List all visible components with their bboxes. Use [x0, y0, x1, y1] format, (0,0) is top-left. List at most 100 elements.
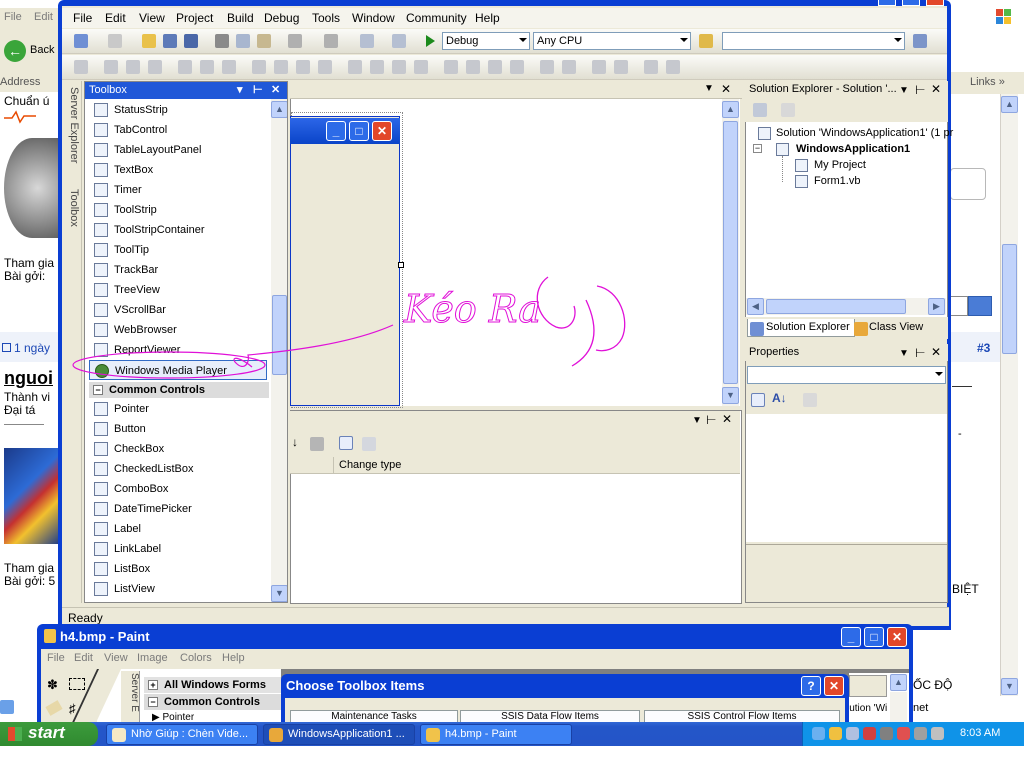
dropdown-icon[interactable]: ▼: [899, 348, 909, 359]
form1-design[interactable]: [290, 116, 400, 406]
tree-project[interactable]: WindowsApplication1: [796, 143, 910, 155]
resize-handle[interactable]: [398, 262, 404, 268]
close-icon[interactable]: ✕: [931, 345, 941, 359]
toolbox-item[interactable]: WebBrowser: [89, 320, 267, 340]
solution-config-select[interactable]: Debug: [442, 32, 530, 50]
free-select-icon[interactable]: ✽: [47, 677, 58, 693]
align-left-icon[interactable]: [104, 60, 118, 74]
bring-to-front-icon[interactable]: [592, 60, 606, 74]
toolbox-category-common[interactable]: − Common Controls: [89, 382, 269, 398]
paint-menu-view[interactable]: View: [104, 652, 128, 664]
undo-icon[interactable]: [288, 34, 302, 48]
increase-hspacing-icon[interactable]: [370, 60, 384, 74]
property-pages-icon[interactable]: [803, 393, 817, 407]
remove-hspacing-icon[interactable]: [414, 60, 428, 74]
tree-my-project[interactable]: My Project: [814, 159, 866, 171]
tab-server-explorer[interactable]: Server Explorer: [64, 87, 80, 185]
toolbox-item[interactable]: ToolStrip: [89, 200, 267, 220]
redo-icon[interactable]: [324, 34, 338, 48]
menu-community[interactable]: Community: [406, 11, 467, 25]
browser-scrollbar[interactable]: ▲ ▼: [1000, 94, 1018, 696]
menu-debug[interactable]: Debug: [264, 11, 299, 25]
size-grid-icon[interactable]: [274, 60, 288, 74]
clipboard-icon[interactable]: [310, 437, 324, 451]
pin-icon[interactable]: ⊢: [253, 83, 263, 96]
menu-tools[interactable]: Tools: [312, 11, 340, 25]
paint-menu-edit[interactable]: Edit: [74, 652, 93, 664]
scroll-down-icon[interactable]: ▼: [1001, 678, 1018, 695]
send-to-back-icon[interactable]: [614, 60, 628, 74]
toolbox-item[interactable]: TextBox: [89, 160, 267, 180]
remove-vspacing-icon[interactable]: [510, 60, 524, 74]
scroll-thumb[interactable]: [766, 299, 906, 314]
toolbox-item[interactable]: ToolTip: [89, 240, 267, 260]
browser-menu-edit[interactable]: Edit: [34, 11, 53, 23]
lock-controls-icon[interactable]: [666, 60, 680, 74]
tab-order-icon[interactable]: [644, 60, 658, 74]
platform-select[interactable]: Any CPU: [533, 32, 691, 50]
find-combo[interactable]: [722, 32, 905, 50]
toolbox-item[interactable]: LinkLabel: [89, 539, 267, 559]
paint-scroll-up-icon[interactable]: ▲: [890, 674, 907, 691]
same-height-icon[interactable]: [296, 60, 310, 74]
menu-help[interactable]: Help: [475, 11, 500, 25]
dropdown-icon[interactable]: ▼: [692, 415, 702, 426]
menu-view[interactable]: View: [139, 11, 165, 25]
back-button-label[interactable]: Back: [30, 44, 54, 56]
scroll-thumb[interactable]: [723, 121, 738, 384]
toolbox-item[interactable]: TableLayoutPanel: [89, 140, 267, 160]
toolbox-item[interactable]: DateTimePicker: [89, 499, 267, 519]
same-size-icon[interactable]: [318, 60, 332, 74]
links-button[interactable]: Links »: [970, 76, 1005, 88]
cut-icon[interactable]: [215, 34, 229, 48]
menu-edit[interactable]: Edit: [105, 11, 126, 25]
help-icon[interactable]: ?: [801, 676, 821, 696]
designer-scrollbar[interactable]: ▲ ▼: [722, 99, 739, 406]
align-bottom-icon[interactable]: [222, 60, 236, 74]
solution-explorer-hscroll[interactable]: ◀ ▶: [746, 298, 946, 315]
vertical-spacing-icon[interactable]: [444, 60, 458, 74]
paint-maximize-button[interactable]: □: [864, 627, 884, 647]
toolbox-item[interactable]: CheckBox: [89, 439, 267, 459]
same-width-icon[interactable]: [252, 60, 266, 74]
scroll-down-icon[interactable]: ▼: [722, 387, 739, 404]
tray-app-icon[interactable]: [829, 727, 842, 740]
object-select[interactable]: [747, 366, 946, 384]
menu-window[interactable]: Window: [352, 11, 395, 25]
save-all-icon[interactable]: [184, 34, 198, 48]
toolbox-item[interactable]: Windows Media Player: [89, 360, 267, 380]
back-arrow-icon[interactable]: ←: [4, 40, 26, 62]
toolbox-item[interactable]: ToolStripContainer: [89, 220, 267, 240]
paint-menu-file[interactable]: File: [47, 652, 65, 664]
flat-view-icon[interactable]: [339, 436, 353, 450]
align-center-icon[interactable]: [126, 60, 140, 74]
change-type-column[interactable]: Change type: [333, 457, 740, 474]
scroll-up-icon[interactable]: ▲: [1001, 96, 1018, 113]
close-icon[interactable]: ✕: [271, 83, 280, 96]
navigate-backward-icon[interactable]: [360, 34, 374, 48]
copy-icon[interactable]: [236, 34, 250, 48]
align-top-icon[interactable]: [178, 60, 192, 74]
play-icon[interactable]: [426, 35, 435, 47]
properties-icon[interactable]: [753, 103, 767, 117]
close-document-icon[interactable]: ✕: [721, 82, 731, 96]
paste-icon[interactable]: [257, 34, 271, 48]
pin-icon[interactable]: ⊢: [706, 413, 716, 427]
horizontal-spacing-icon[interactable]: [348, 60, 362, 74]
alphabetical-icon[interactable]: A↓: [772, 391, 787, 405]
toolbox-item[interactable]: ListView: [89, 579, 267, 599]
menu-project[interactable]: Project: [176, 11, 213, 25]
toolbox-scrollbar[interactable]: ▲ ▼: [271, 99, 287, 602]
search-field[interactable]: [950, 296, 968, 316]
volume-icon[interactable]: [846, 727, 859, 740]
username-link[interactable]: nguoi: [4, 368, 53, 389]
messenger-icon[interactable]: [931, 727, 944, 740]
scroll-up-icon[interactable]: ▲: [271, 101, 287, 118]
close-icon[interactable]: ✕: [722, 412, 732, 426]
tab-dropdown-icon[interactable]: ▼: [704, 83, 714, 94]
center-horizontally-icon[interactable]: [540, 60, 554, 74]
scroll-left-icon[interactable]: ◀: [747, 298, 764, 315]
network-icon[interactable]: [812, 727, 825, 740]
dropdown-icon[interactable]: ▾: [237, 83, 243, 96]
tree-form1[interactable]: Form1.vb: [814, 175, 860, 187]
